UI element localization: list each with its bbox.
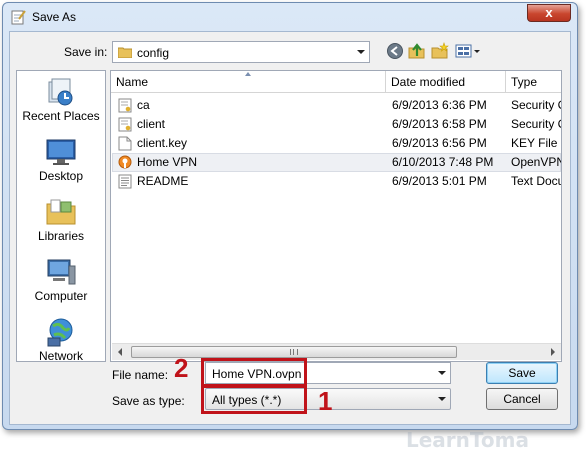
place-label: Network — [38, 349, 83, 363]
file-type: OpenVPN — [511, 155, 561, 169]
annotation-number-2: 2 — [174, 353, 189, 383]
certificate-file-icon — [118, 98, 132, 113]
save-as-dialog: Save As x Save in: config Recent Places … — [2, 2, 578, 452]
file-row[interactable]: client.key 6/9/2013 6:56 PM KEY File — [112, 134, 561, 153]
place-computer[interactable]: Computer — [17, 253, 105, 311]
chevron-down-icon[interactable] — [438, 371, 446, 375]
file-name: Home VPN — [137, 155, 198, 169]
libraries-icon — [46, 199, 76, 225]
column-label: Type — [511, 75, 538, 89]
chevron-down-icon — [438, 397, 446, 401]
file-date: 6/9/2013 6:56 PM — [392, 136, 487, 150]
new-folder-icon[interactable] — [431, 42, 449, 60]
window-title: Save As — [32, 10, 77, 24]
chevron-down-icon — [357, 50, 365, 54]
file-type: Security C — [511, 98, 561, 112]
place-recent-places[interactable]: Recent Places — [17, 73, 105, 131]
file-name: client — [137, 117, 166, 131]
file-date: 6/9/2013 6:58 PM — [392, 117, 487, 131]
network-icon — [47, 318, 73, 347]
file-list[interactable]: Name Date modified Type ca 6/9/2013 6:36… — [110, 70, 562, 362]
highlight-box-filetype — [201, 384, 307, 414]
file-row[interactable]: ca 6/9/2013 6:36 PM Security C — [112, 96, 561, 115]
save-button-label: Save — [508, 366, 536, 380]
close-button[interactable]: x — [527, 4, 571, 22]
notepad-icon — [11, 10, 26, 25]
place-label: Libraries — [37, 229, 85, 243]
file-date: 6/9/2013 6:36 PM — [392, 98, 487, 112]
file-name-label: File name: — [112, 368, 169, 382]
title-bar[interactable]: Save As x — [3, 3, 577, 31]
folder-icon — [118, 47, 132, 58]
certificate-file-icon — [118, 117, 132, 132]
sort-ascending-icon — [245, 72, 251, 76]
place-label: Recent Places — [22, 109, 100, 123]
back-icon[interactable] — [386, 42, 404, 60]
column-header-date[interactable]: Date modified — [386, 71, 506, 93]
desktop-icon — [46, 139, 76, 165]
save-as-type-label: Save as type: — [112, 394, 185, 408]
file-name: README — [137, 174, 189, 188]
scroll-right-icon[interactable] — [544, 344, 561, 360]
file-date: 6/9/2013 5:01 PM — [392, 174, 487, 188]
file-row[interactable]: README 6/9/2013 5:01 PM Text Docu — [112, 172, 561, 191]
annotation-number-1: 1 — [318, 386, 333, 416]
computer-icon — [47, 259, 76, 285]
views-menu-icon[interactable] — [455, 42, 481, 60]
blank-file-icon — [118, 136, 132, 151]
up-folder-icon[interactable] — [408, 42, 426, 60]
place-libraries[interactable]: Libraries — [17, 193, 105, 251]
watermark: LearnToma — [406, 428, 529, 452]
grip-icon — [290, 349, 298, 355]
column-label: Name — [116, 75, 149, 89]
column-label: Date modified — [391, 75, 466, 89]
file-name: client.key — [137, 136, 188, 150]
save-button[interactable]: Save — [486, 362, 558, 384]
save-in-value: config — [137, 46, 170, 60]
openvpn-file-icon — [118, 155, 132, 169]
places-bar: Recent Places Desktop Libraries Computer… — [16, 70, 106, 363]
text-file-icon — [118, 174, 132, 189]
file-row-selected[interactable]: Home VPN 6/10/2013 7:48 PM OpenVPN — [112, 153, 561, 172]
column-header-name[interactable]: Name — [111, 71, 386, 93]
cancel-button-label: Cancel — [503, 392, 541, 406]
column-header-type[interactable]: Type — [506, 71, 561, 93]
place-network[interactable]: Network — [17, 313, 105, 371]
file-name: ca — [137, 98, 150, 112]
place-desktop[interactable]: Desktop — [17, 133, 105, 191]
dialog-body: Save in: config Recent Places Desktop Li… — [9, 31, 571, 452]
file-type: KEY File — [511, 136, 558, 150]
recent-places-icon — [48, 78, 73, 106]
file-type: Text Docu — [511, 174, 561, 188]
save-in-dropdown[interactable]: config — [112, 41, 370, 63]
file-type: Security C — [511, 117, 561, 131]
file-date: 6/10/2013 7:48 PM — [392, 155, 494, 169]
close-icon: x — [545, 5, 553, 20]
place-label: Desktop — [38, 169, 84, 183]
save-in-label: Save in: — [64, 45, 108, 59]
cancel-button[interactable]: Cancel — [486, 388, 558, 410]
scroll-left-icon[interactable] — [112, 344, 129, 360]
file-row[interactable]: client 6/9/2013 6:58 PM Security C — [112, 115, 561, 134]
place-label: Computer — [34, 289, 88, 303]
